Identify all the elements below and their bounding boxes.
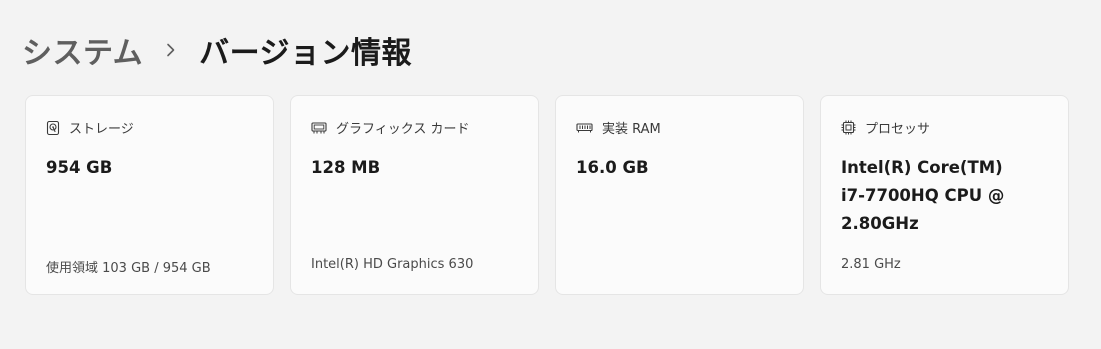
- graphics-card-icon: [311, 121, 327, 135]
- processor-card-header: プロセッサ: [841, 118, 930, 137]
- graphics-card-header: グラフィックス カード: [311, 118, 469, 137]
- processor-name-line: 2.80GHz: [841, 214, 919, 233]
- storage-drive-icon: [46, 120, 60, 136]
- processor-card: プロセッサ Intel(R) Core(TM) i7-7700HQ CPU @ …: [820, 95, 1069, 295]
- graphics-card-card: グラフィックス カード 128 MB Intel(R) HD Graphics …: [290, 95, 539, 295]
- storage-total-value: 954 GB: [46, 158, 113, 177]
- graphics-memory-value: 128 MB: [311, 158, 381, 177]
- ram-card-header: 実装 RAM: [576, 118, 661, 137]
- processor-name-value: Intel(R) Core(TM) i7-7700HQ CPU @ 2.80GH…: [841, 154, 1052, 238]
- processor-chip-icon: [841, 120, 856, 135]
- graphics-card-title: グラフィックス カード: [336, 122, 470, 137]
- processor-name-line: i7-7700HQ CPU @: [841, 186, 1005, 205]
- page-title: バージョン情報: [199, 36, 413, 71]
- storage-card-title: ストレージ: [69, 122, 134, 137]
- breadcrumb-parent-system[interactable]: システム: [22, 28, 143, 72]
- device-spec-cards: ストレージ 954 GB 使用領域 103 GB / 954 GB グラフィック…: [25, 95, 1069, 295]
- storage-card: ストレージ 954 GB 使用領域 103 GB / 954 GB: [25, 95, 274, 295]
- processor-name-line: Intel(R) Core(TM): [841, 158, 1003, 177]
- chevron-right-icon: [143, 30, 199, 70]
- processor-speed-text: 2.81 GHz: [841, 257, 901, 272]
- ram-card: 実装 RAM 16.0 GB: [555, 95, 804, 295]
- storage-usage-text: 使用領域 103 GB / 954 GB: [46, 261, 211, 276]
- processor-card-title: プロセッサ: [865, 122, 931, 137]
- ram-installed-value: 16.0 GB: [576, 158, 649, 177]
- storage-card-header: ストレージ: [46, 118, 134, 137]
- graphics-adapter-name: Intel(R) HD Graphics 630: [311, 257, 474, 272]
- ram-card-title: 実装 RAM: [602, 122, 661, 137]
- breadcrumb: システム バージョン情報: [22, 28, 412, 72]
- memory-ram-icon: [576, 122, 593, 134]
